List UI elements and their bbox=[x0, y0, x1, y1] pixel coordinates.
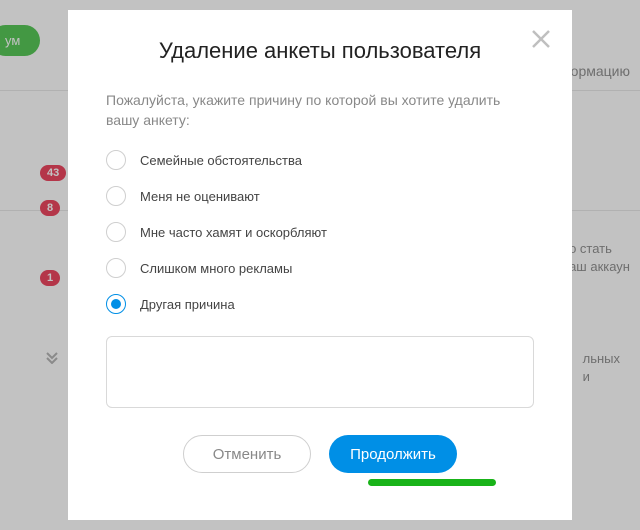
other-reason-input[interactable] bbox=[106, 336, 534, 408]
reason-option-ads[interactable]: Слишком много рекламы bbox=[106, 258, 534, 278]
modal-actions: Отменить Продолжить bbox=[106, 435, 534, 473]
continue-button[interactable]: Продолжить bbox=[329, 435, 457, 473]
radio-label: Меня не оценивают bbox=[140, 189, 260, 204]
reason-option-family[interactable]: Семейные обстоятельства bbox=[106, 150, 534, 170]
highlight-underline bbox=[368, 479, 496, 486]
radio-label: Мне часто хамят и оскорбляют bbox=[140, 225, 327, 240]
radio-icon bbox=[106, 186, 126, 206]
radio-label: Семейные обстоятельства bbox=[140, 153, 302, 168]
reason-option-not-rated[interactable]: Меня не оценивают bbox=[106, 186, 534, 206]
modal-title: Удаление анкеты пользователя bbox=[106, 38, 534, 64]
modal-description: Пожалуйста, укажите причину по которой в… bbox=[106, 90, 534, 130]
radio-icon bbox=[106, 222, 126, 242]
reason-option-rude[interactable]: Мне часто хамят и оскорбляют bbox=[106, 222, 534, 242]
radio-icon bbox=[106, 294, 126, 314]
radio-icon bbox=[106, 150, 126, 170]
cancel-button[interactable]: Отменить bbox=[183, 435, 311, 473]
radio-label: Слишком много рекламы bbox=[140, 261, 292, 276]
delete-profile-modal: Удаление анкеты пользователя Пожалуйста,… bbox=[68, 10, 572, 520]
close-icon[interactable] bbox=[530, 28, 552, 50]
reason-option-other[interactable]: Другая причина bbox=[106, 294, 534, 314]
radio-icon bbox=[106, 258, 126, 278]
radio-label: Другая причина bbox=[140, 297, 235, 312]
